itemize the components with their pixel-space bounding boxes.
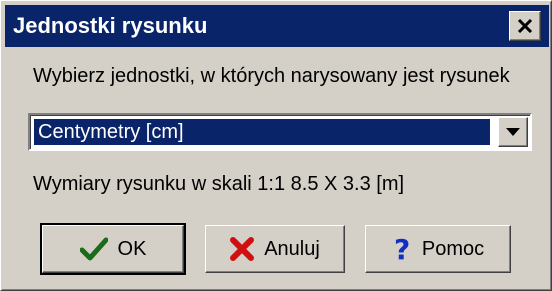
ok-label: OK (117, 237, 147, 260)
red-x-icon (230, 237, 255, 261)
window-title: Jednostki rysunku (13, 13, 208, 38)
close-button[interactable] (509, 11, 541, 41)
cancel-button[interactable]: Anuluj (205, 225, 345, 273)
dimensions-text: Wymiary rysunku w skali 1:1 8.5 X 3.3 [m… (33, 173, 405, 195)
units-dropdown-button[interactable] (498, 117, 528, 147)
chevron-down-icon (506, 123, 520, 141)
help-label: Pomoc (421, 237, 485, 260)
question-mark-icon: ? (392, 234, 412, 264)
title-bar[interactable]: Jednostki rysunku (5, 5, 549, 47)
dialog-window: Jednostki rysunku Wybierz jednostki, w k… (0, 0, 552, 291)
cancel-label: Anuluj (264, 237, 320, 260)
svg-text:?: ? (394, 234, 410, 264)
instruction-text: Wybierz jednostki, w których narysowany … (33, 65, 510, 87)
help-button[interactable]: ? Pomoc (365, 225, 511, 273)
checkmark-icon (79, 237, 108, 261)
units-select[interactable]: Centymetry [cm] (28, 113, 532, 151)
units-selected-value: Centymetry [cm] (33, 118, 491, 146)
close-icon (517, 19, 533, 33)
ok-button[interactable]: OK (40, 223, 186, 275)
